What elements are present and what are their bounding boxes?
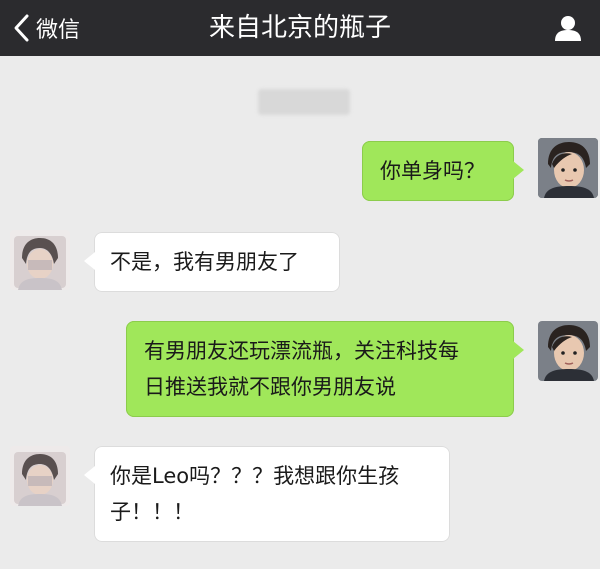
avatar-self[interactable] <box>538 138 598 198</box>
message-outgoing[interactable]: 你单身吗？ <box>362 141 524 201</box>
message-outgoing[interactable]: 有男朋友还玩漂流瓶，关注科技每 日推送我就不跟你男朋友说 <box>126 321 524 417</box>
page-title: 来自北京的瓶子 <box>208 13 391 43</box>
chevron-left-icon <box>12 13 30 43</box>
message-incoming[interactable]: 不是，我有男朋友了 <box>84 232 340 292</box>
message-text-line: 日推送我就不跟你男朋友说 <box>144 375 396 399</box>
message-text-line: 有男朋友还玩漂流瓶，关注科技每 <box>144 339 459 363</box>
message-text-line: 你是Leo吗？？？我想跟你生孩 <box>110 464 400 488</box>
back-button[interactable]: 微信 <box>12 10 80 46</box>
nav-bar: 微信 来自北京的瓶子 <box>0 0 600 56</box>
avatar-contact[interactable] <box>10 446 70 506</box>
avatar-contact[interactable] <box>10 230 70 290</box>
person-icon <box>554 16 582 46</box>
back-label: 微信 <box>36 18 81 43</box>
message-text-line: 子！！！ <box>110 500 194 524</box>
message-text: 不是，我有男朋友了 <box>110 250 299 274</box>
message-incoming[interactable]: 你是Leo吗？？？我想跟你生孩 子！！！ <box>84 446 450 542</box>
timestamp-blurred <box>258 89 350 115</box>
profile-button[interactable] <box>554 14 582 42</box>
message-text: 你单身吗？ <box>380 159 485 183</box>
avatar-self[interactable] <box>538 321 598 381</box>
